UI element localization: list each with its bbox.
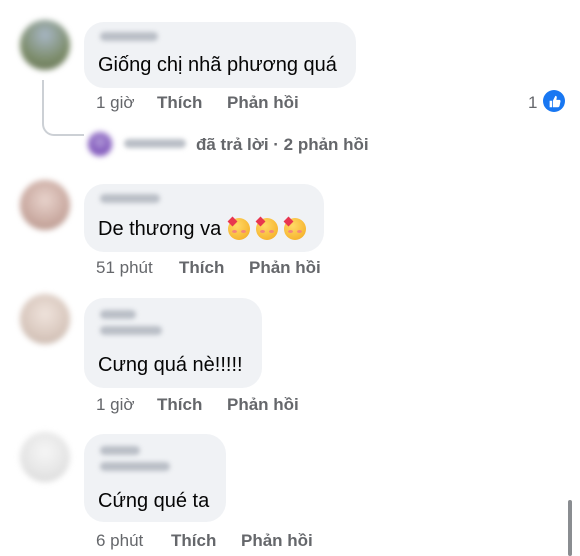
comment-bubble: Cứng qué ta	[84, 434, 226, 522]
reaction-count[interactable]: 1	[528, 93, 537, 113]
comment-bubble: Giống chị nhã phương quá	[84, 22, 356, 88]
like-button[interactable]: Thích	[179, 258, 224, 278]
comment-author-name[interactable]	[100, 462, 170, 471]
comment-bubble: Cưng quá nè!!!!!	[84, 298, 262, 388]
avatar[interactable]	[20, 432, 70, 482]
comment-timestamp[interactable]: 6 phút	[96, 531, 143, 551]
reply-avatar[interactable]	[88, 132, 112, 156]
comment-text: De thương va	[98, 218, 222, 240]
reply-button[interactable]: Phản hồi	[227, 395, 299, 415]
comment-timestamp[interactable]: 1 giờ	[96, 93, 135, 113]
reply-button[interactable]: Phản hồi	[227, 93, 299, 113]
avatar[interactable]	[20, 294, 70, 344]
like-button[interactable]: Thích	[171, 531, 216, 551]
reply-author-name[interactable]	[124, 139, 186, 148]
comment-author-name[interactable]	[100, 32, 158, 41]
comment-author-name[interactable]	[100, 326, 162, 335]
avatar[interactable]	[20, 180, 70, 230]
comment-text: Cứng qué ta	[98, 490, 210, 512]
like-button[interactable]: Thích	[157, 93, 202, 113]
thumbs-up-icon[interactable]	[543, 90, 565, 112]
reply-button[interactable]: Phản hồi	[249, 258, 321, 278]
comment-text: Cưng quá nè!!!!!	[98, 354, 243, 376]
comment-timestamp[interactable]: 1 giờ	[96, 395, 135, 415]
like-button[interactable]: Thích	[157, 395, 202, 415]
avatar[interactable]	[20, 20, 70, 70]
comment-author-name[interactable]	[100, 446, 140, 455]
reply-thread-connector	[42, 80, 84, 136]
comment-text: Giống chị nhã phương quá	[98, 54, 337, 76]
scrollbar[interactable]	[568, 500, 572, 556]
comment-bubble: De thương va	[84, 184, 324, 252]
reply-button[interactable]: Phản hồi	[241, 531, 313, 551]
comment-author-name[interactable]	[100, 194, 160, 203]
view-replies-link[interactable]: đã trả lời · 2 phản hồi	[196, 135, 369, 155]
comment-author-name[interactable]	[100, 310, 136, 319]
comment-timestamp[interactable]: 51 phút	[96, 258, 153, 278]
